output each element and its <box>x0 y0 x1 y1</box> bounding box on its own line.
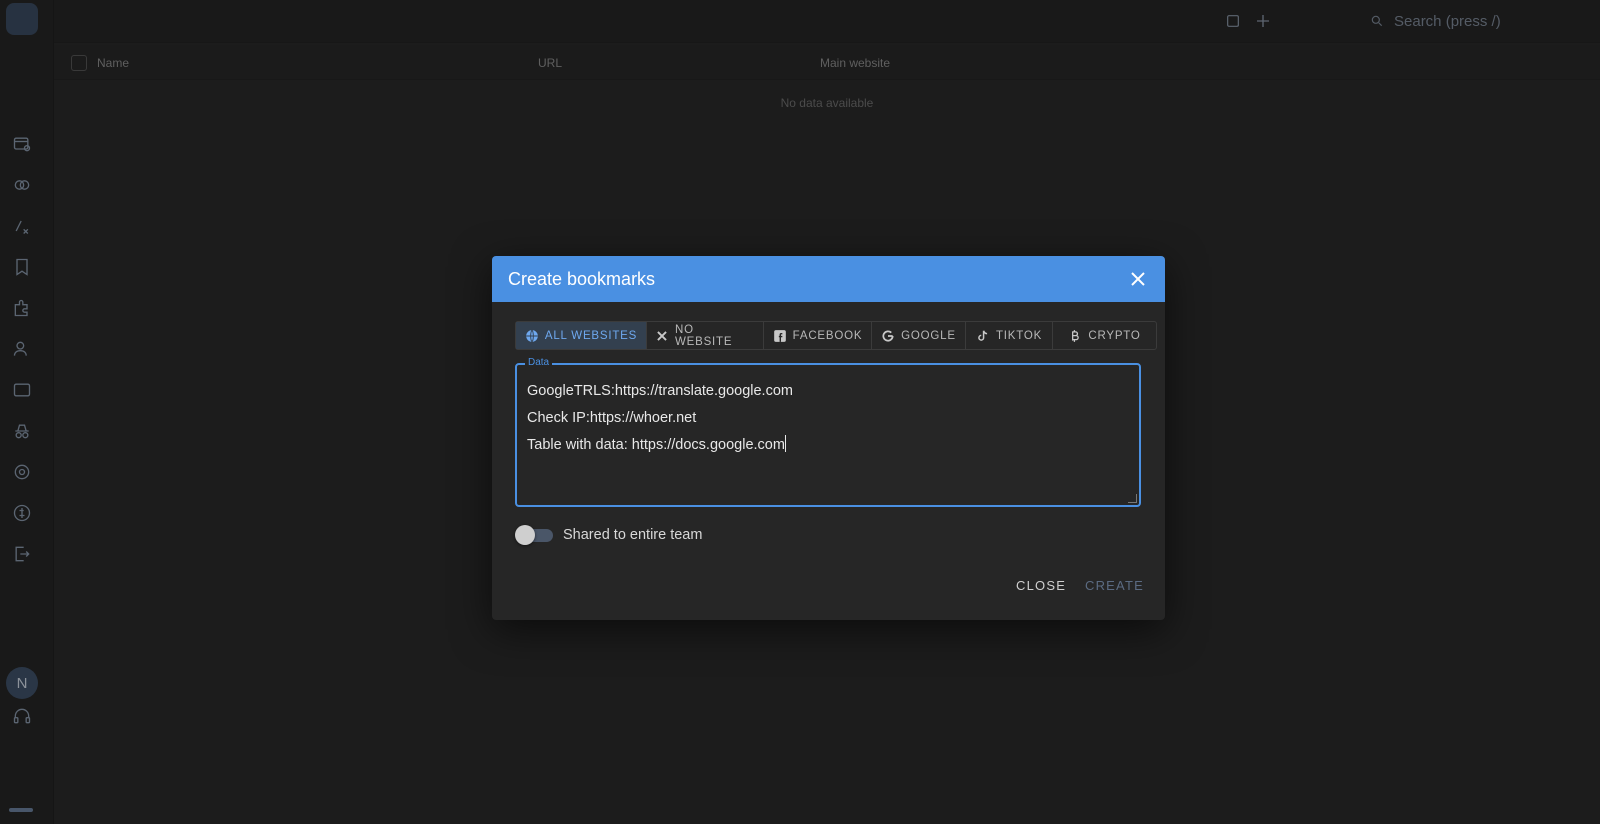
close-button[interactable]: CLOSE <box>1016 578 1066 593</box>
data-field-label: Data <box>525 357 553 368</box>
data-line: Table with data: https://docs.google.com <box>527 432 1129 459</box>
tab-all-websites[interactable]: ALL WEBSITES <box>516 322 647 349</box>
tab-crypto[interactable]: CRYPTO <box>1053 322 1156 349</box>
google-icon <box>882 329 894 342</box>
tab-facebook[interactable]: FACEBOOK <box>764 322 872 349</box>
globe-icon <box>526 329 538 342</box>
tab-label: FACEBOOK <box>792 329 863 342</box>
dialog-header: Create bookmarks <box>492 256 1165 302</box>
tab-tiktok[interactable]: TIKTOK <box>966 322 1053 349</box>
data-line-text: Check IP:https://whoer.net <box>527 410 697 426</box>
data-line: GoogleTRLS:https://translate.google.com <box>527 383 793 399</box>
shared-toggle[interactable] <box>515 525 553 545</box>
tiktok-icon <box>978 329 988 341</box>
x-icon <box>657 330 667 341</box>
data-line: Check IP:https://whoer.net <box>527 405 1129 432</box>
tab-google[interactable]: GOOGLE <box>872 322 966 349</box>
tab-label: ALL WEBSITES <box>544 329 638 342</box>
tab-label: NO WEBSITE <box>674 323 733 348</box>
bitcoin-icon <box>1072 329 1080 342</box>
data-textarea[interactable]: Data GoogleTRLS:https://translate.google… <box>515 357 1141 507</box>
shared-toggle-row: Shared to entire team <box>515 525 703 545</box>
resize-handle-icon[interactable] <box>1128 494 1137 503</box>
shared-toggle-label: Shared to entire team <box>563 527 703 543</box>
facebook-icon <box>773 329 786 342</box>
text-caret <box>784 435 786 452</box>
tab-label: CRYPTO <box>1088 329 1141 342</box>
dialog-title: Create bookmarks <box>508 268 656 289</box>
create-bookmarks-dialog: Create bookmarks ALL WEBSITES NO WEBSITE… <box>492 256 1165 620</box>
tab-label: TIKTOK <box>995 329 1043 342</box>
tab-label: GOOGLE <box>901 329 956 342</box>
tab-no-website[interactable]: NO WEBSITE <box>647 322 764 349</box>
website-type-tabs: ALL WEBSITES NO WEBSITE FACEBOOK GOOGLE … <box>515 321 1157 350</box>
create-button[interactable]: CREATE <box>1085 578 1144 593</box>
data-textarea-content[interactable]: GoogleTRLS:https://translate.google.com C… <box>517 365 1139 459</box>
toggle-thumb <box>515 525 535 545</box>
close-icon[interactable] <box>1125 266 1151 292</box>
data-line-text: Table with data: https://docs.google.com <box>527 437 785 453</box>
